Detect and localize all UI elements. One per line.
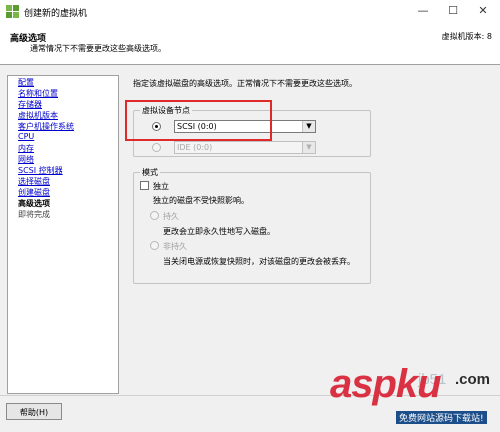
page-subtitle: 通常情况下不需要更改这些高级选项。	[30, 44, 166, 53]
minimize-button[interactable]: —	[408, 0, 438, 22]
ide-node-select[interactable]: IDE (0:0) ▼	[174, 141, 316, 154]
persistent-description: 更改会立即永久性地写入磁盘。	[163, 227, 275, 236]
nav-step-vm-version[interactable]: 虚拟机版本	[18, 110, 58, 121]
nav-step-configuration[interactable]: 配置	[18, 77, 34, 88]
nonpersistent-label: 非持久	[163, 242, 187, 251]
dropdown-arrow-icon[interactable]: ▼	[302, 142, 315, 153]
nav-step-memory[interactable]: 内存	[18, 143, 34, 154]
nonpersistent-description: 当关闭电源或恢复快照时，对该磁盘的更改会被丢弃。	[163, 257, 355, 266]
nav-step-network[interactable]: 网络	[18, 154, 34, 165]
highlight-annotation-box	[125, 100, 272, 141]
persistent-radio[interactable]	[150, 211, 159, 220]
intro-text: 指定该虚拟磁盘的高级选项。正常情况下不需要更改这些选项。	[133, 79, 357, 88]
watermark-tld: .com	[455, 371, 491, 388]
independent-label: 独立	[153, 182, 169, 191]
nav-step-select-disk[interactable]: 选择磁盘	[18, 176, 50, 187]
mode-legend: 模式	[142, 168, 158, 177]
ide-radio[interactable]	[152, 143, 161, 152]
close-button[interactable]: ✕	[468, 0, 498, 22]
nonpersistent-radio[interactable]	[150, 241, 159, 250]
independent-description: 独立的磁盘不受快照影响。	[153, 196, 249, 205]
persistent-label: 持久	[163, 212, 179, 221]
nav-step-create-disk[interactable]: 创建磁盘	[18, 187, 50, 198]
nav-step-storage[interactable]: 存储器	[18, 99, 42, 110]
wizard-steps-nav: 配置 名称和位置 存储器 虚拟机版本 客户机操作系统 CPU 内存 网络 SCS…	[7, 75, 119, 394]
independent-checkbox[interactable]	[140, 181, 149, 190]
window-title: 创建新的虚拟机	[24, 9, 88, 19]
nav-step-advanced-options: 高级选项	[18, 199, 50, 208]
ide-node-value: IDE (0:0)	[177, 143, 213, 152]
help-button[interactable]: 帮助(H)	[6, 403, 62, 420]
nav-step-cpu[interactable]: CPU	[18, 132, 34, 141]
nav-step-name-location[interactable]: 名称和位置	[18, 88, 58, 99]
nav-step-scsi-controller[interactable]: SCSI 控制器	[18, 165, 63, 176]
vm-version-label: 虚拟机版本: 8	[441, 32, 492, 41]
dropdown-arrow-icon[interactable]: ▼	[302, 121, 315, 132]
nav-step-ready-to-complete: 即将完成	[18, 210, 50, 219]
watermark-tagline: 免费网站源码下载站!	[396, 411, 487, 424]
watermark-brand: aspku	[330, 362, 442, 406]
maximize-button[interactable]: ☐	[438, 0, 468, 22]
vsphere-app-icon	[6, 5, 19, 18]
nav-step-guest-os[interactable]: 客户机操作系统	[18, 121, 74, 132]
